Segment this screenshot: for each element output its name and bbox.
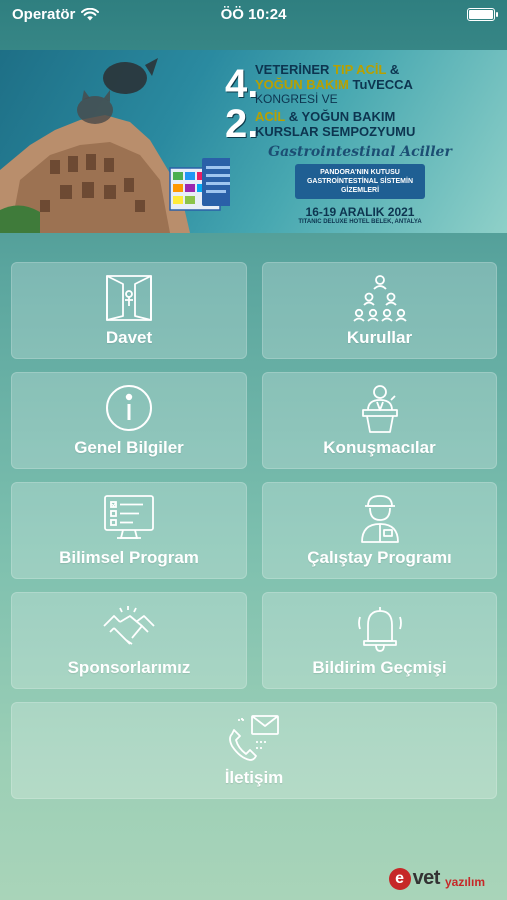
banner-number-2: 2.	[225, 102, 259, 146]
banner-line4a: ACİL	[255, 109, 286, 124]
menu-konusmacilar-label: Konuşmacılar	[323, 438, 436, 457]
org-chart-icon	[352, 271, 408, 325]
banner-line4b: & YOĞUN BAKIM	[285, 109, 396, 124]
banner-line1c: &	[386, 62, 400, 77]
speaker-icon	[352, 381, 408, 435]
menu-konusmacilar-button[interactable]: Konuşmacılar	[262, 372, 497, 469]
menu-davet-button[interactable]: Davet	[11, 262, 247, 359]
menu-calistay-programi-button[interactable]: Çalıştay Programı	[262, 482, 497, 579]
banner-line2a: YOĞUN BAKIM	[255, 77, 349, 92]
info-icon	[101, 381, 157, 435]
banner-line2b: TuVECCA	[348, 77, 413, 92]
banner-symposium-line: 2. ACİL & YOĞUN BAKIM KURSLAR SEMPOZYUMU	[225, 102, 495, 146]
door-icon	[101, 271, 157, 325]
menu-genel-bilgiler-button[interactable]: Genel Bilgiler	[11, 372, 247, 469]
status-bar: Operatör ÖÖ 10:24	[0, 0, 507, 28]
wifi-icon	[81, 7, 100, 20]
evet-yazilim-logo: e vet yazılım	[388, 867, 485, 890]
banner-hotel: TITANIC DELUXE HOTEL BELEK, ANTALYA	[298, 219, 422, 225]
bell-icon	[352, 601, 408, 655]
menu-sponsorlarimiz-button[interactable]: Sponsorlarımız	[11, 592, 247, 689]
banner-number-1: 4.	[225, 62, 259, 106]
menu-kurullar-button[interactable]: Kurullar	[262, 262, 497, 359]
menu-bilimsel-program-button[interactable]: Bilimsel Program	[11, 482, 247, 579]
logo-letter: e	[388, 867, 411, 890]
monitor-checklist-icon	[101, 491, 157, 545]
banner-line1b: TIP ACİL	[333, 62, 387, 77]
menu-genel-bilgiler-label: Genel Bilgiler	[74, 438, 184, 457]
menu-bildirim-gecmisi-label: Bildirim Geçmişi	[312, 658, 447, 677]
status-left: Operatör	[12, 5, 100, 23]
banner-badge: PANDORA'NIN KUTUSU GASTROİNTESTİNAL SİST…	[295, 164, 425, 199]
menu-calistay-programi-label: Çalıştay Programı	[307, 548, 452, 567]
battery-icon	[467, 7, 498, 21]
menu-iletisim-button[interactable]: İletişim	[11, 702, 497, 799]
menu-sponsorlarimiz-label: Sponsorlarımız	[67, 658, 191, 677]
congress-banner: 4. VETERİNER TIP ACİL & YOĞUN BAKIM TuVE…	[0, 50, 507, 233]
banner-line5: KURSLAR SEMPOZYUMU	[255, 124, 416, 139]
menu-iletisim-label: İletişim	[224, 768, 284, 787]
banner-date: 16-19 ARALIK 2021	[305, 205, 415, 219]
banner-congress-line: 4. VETERİNER TIP ACİL & YOĞUN BAKIM TuVE…	[225, 62, 495, 106]
worker-icon	[352, 491, 408, 545]
phone-mail-icon	[226, 711, 282, 765]
banner-text: 4. VETERİNER TIP ACİL & YOĞUN BAKIM TuVE…	[225, 62, 495, 225]
logo-sub: yazılım	[444, 874, 485, 889]
menu-davet-label: Davet	[105, 328, 153, 347]
banner-line1a: VETERİNER	[255, 62, 334, 77]
banner-subtitle: Gastrointestinal Aciller	[268, 144, 452, 160]
handshake-icon	[101, 601, 157, 655]
carrier-label: Operatör	[12, 5, 76, 23]
logo-word: vet	[412, 867, 441, 889]
menu-bilimsel-program-label: Bilimsel Program	[59, 548, 199, 567]
menu-bildirim-gecmisi-button[interactable]: Bildirim Geçmişi	[262, 592, 497, 689]
banner-line3: KONGRESİ VE	[255, 92, 338, 106]
menu-kurullar-label: Kurullar	[346, 328, 413, 347]
banner-illustration	[0, 58, 230, 233]
